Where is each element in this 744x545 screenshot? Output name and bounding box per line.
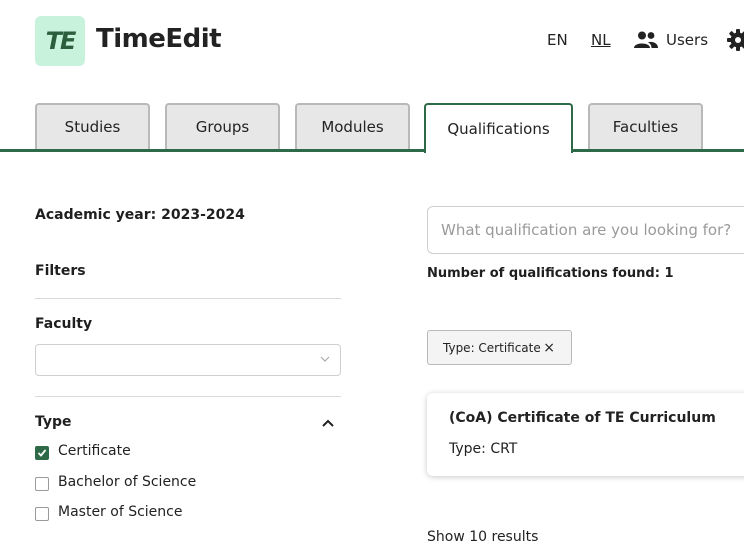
tab-studies[interactable]: Studies [35, 103, 150, 149]
timeedit-logo[interactable]: TE [35, 16, 85, 66]
certificate-checkbox[interactable] [35, 446, 49, 460]
filter-chip-certificate: Type: Certificate × [427, 330, 572, 365]
chevron-down-icon [320, 356, 330, 362]
bachelor-checkbox[interactable] [35, 477, 49, 491]
search-input[interactable] [427, 206, 744, 254]
tab-groups[interactable]: Groups [165, 103, 280, 149]
filters-heading: Filters [35, 263, 86, 279]
users-link[interactable]: Users [666, 31, 708, 49]
master-option-label[interactable]: Master of Science [58, 504, 182, 520]
brand-name: TimeEdit [96, 24, 221, 54]
faculty-label: Faculty [35, 316, 92, 332]
gear-icon[interactable] [726, 28, 744, 52]
qualification-title[interactable]: (CoA) Certificate of TE Curriculum [449, 410, 716, 426]
qualification-card[interactable]: (CoA) Certificate of TE Curriculum Type:… [427, 393, 744, 476]
show-more-link[interactable]: Show 10 results [427, 529, 538, 545]
chevron-up-icon[interactable] [322, 419, 334, 427]
tab-faculties[interactable]: Faculties [588, 103, 703, 149]
tab-qualifications[interactable]: Qualifications [424, 103, 573, 153]
tab-underline [0, 149, 744, 152]
qualification-type: Type: CRT [449, 441, 517, 457]
results-count: Number of qualifications found: 1 [427, 266, 674, 281]
type-label: Type [35, 414, 72, 430]
master-checkbox[interactable] [35, 507, 49, 521]
check-icon [37, 448, 47, 458]
faculty-divider [35, 396, 341, 397]
filter-chip-label: Type: Certificate [443, 341, 541, 355]
academic-year-label: Academic year: 2023-2024 [35, 207, 245, 223]
lang-en-link[interactable]: EN [547, 31, 568, 49]
lang-nl-link[interactable]: NL [591, 31, 611, 49]
users-icon[interactable] [634, 31, 658, 49]
tab-modules[interactable]: Modules [295, 103, 410, 149]
faculty-select[interactable] [35, 344, 341, 376]
bachelor-option-label[interactable]: Bachelor of Science [58, 474, 196, 490]
logo-text: TE [46, 27, 75, 55]
close-icon[interactable]: × [543, 340, 555, 356]
certificate-option-label[interactable]: Certificate [58, 443, 131, 459]
filters-divider [35, 298, 341, 299]
